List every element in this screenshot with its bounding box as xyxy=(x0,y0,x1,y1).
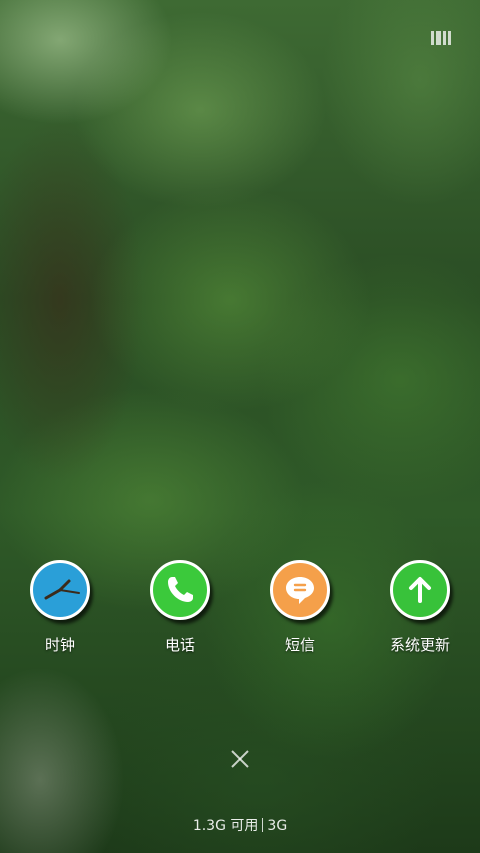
memory-divider xyxy=(262,818,264,832)
recent-app-clock[interactable]: 时钟 xyxy=(10,560,110,655)
close-button[interactable] xyxy=(226,745,254,773)
clock-icon xyxy=(30,560,90,620)
battery-icon xyxy=(431,31,451,45)
recent-app-system-update[interactable]: 系统更新 xyxy=(370,560,470,655)
message-icon xyxy=(270,560,330,620)
memory-available: 1.3G 可用 xyxy=(192,818,259,834)
arrow-up-icon xyxy=(390,560,450,620)
app-label: 时钟 xyxy=(44,636,75,654)
close-icon xyxy=(231,750,249,768)
app-label: 系统更新 xyxy=(389,636,450,654)
wallpaper xyxy=(0,0,480,853)
memory-total: 3G xyxy=(267,818,288,834)
recent-app-messages[interactable]: 短信 xyxy=(250,560,350,655)
memory-status: 1.3G 可用 3G xyxy=(0,815,480,835)
phone-icon xyxy=(150,560,210,620)
recent-app-phone[interactable]: 电话 xyxy=(130,560,230,655)
app-label: 电话 xyxy=(164,636,195,654)
app-label: 短信 xyxy=(284,636,315,654)
